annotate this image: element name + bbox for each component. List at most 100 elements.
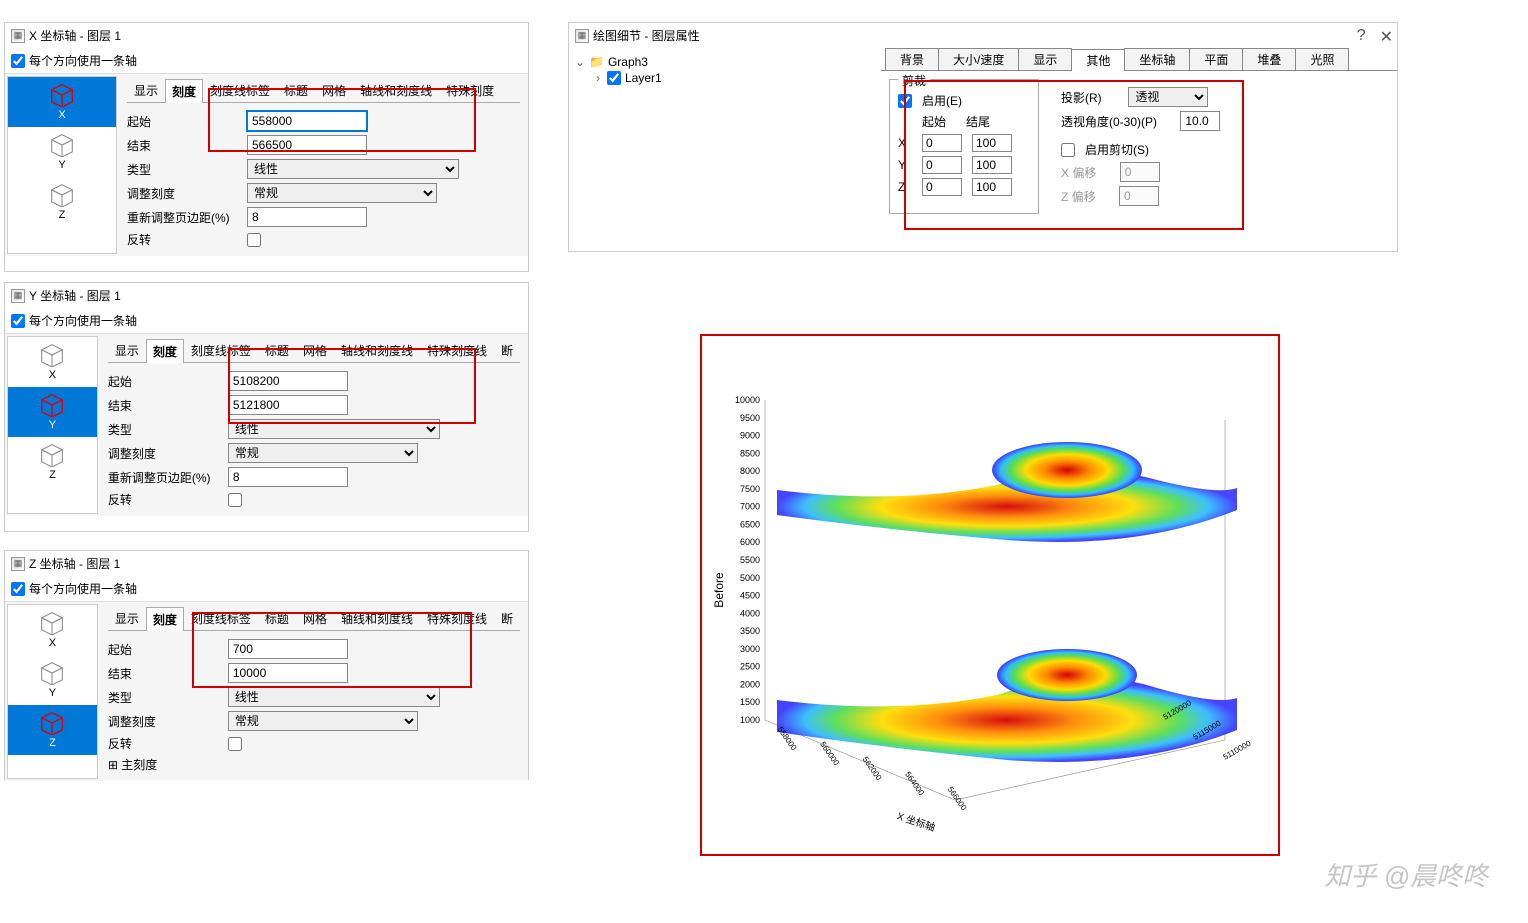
tab-break[interactable]: 断: [494, 338, 520, 362]
type-select[interactable]: 线性: [247, 159, 459, 179]
clip-z-end[interactable]: [972, 178, 1012, 196]
proptab-other[interactable]: 其他: [1071, 49, 1125, 71]
svg-text:5110000: 5110000: [1222, 738, 1253, 761]
tab-display[interactable]: 显示: [127, 78, 165, 102]
clip-enable-checkbox[interactable]: [898, 94, 912, 108]
axis-select-list: X Y Z: [7, 604, 98, 779]
shear-x-offset: [1120, 162, 1160, 182]
svg-text:2500: 2500: [740, 662, 760, 672]
tab-break[interactable]: 断: [494, 606, 520, 630]
svg-text:6500: 6500: [740, 519, 760, 529]
axis-tabs: 显示 刻度 刻度线标签 标题 网格 轴线和刻度线 特殊刻度: [127, 78, 520, 103]
tab-special[interactable]: 特殊刻度线: [420, 606, 494, 630]
tab-title[interactable]: 标题: [258, 606, 296, 630]
tab-grid[interactable]: 网格: [296, 338, 334, 362]
clip-x-end[interactable]: [972, 134, 1012, 152]
use-one-axis-checkbox[interactable]: [11, 54, 25, 68]
start-input[interactable]: [228, 639, 348, 659]
tab-line-ticks[interactable]: 轴线和刻度线: [353, 78, 439, 102]
tab-line-ticks[interactable]: 轴线和刻度线: [334, 338, 420, 362]
axis-item-x[interactable]: X: [8, 605, 97, 655]
start-input[interactable]: [228, 371, 348, 391]
svg-text:7000: 7000: [740, 502, 760, 512]
svg-text:564000: 564000: [903, 770, 926, 797]
tab-scale[interactable]: 刻度: [146, 607, 184, 631]
adjust-select[interactable]: 常规: [228, 711, 418, 731]
tab-display[interactable]: 显示: [108, 338, 146, 362]
tab-title[interactable]: 标题: [277, 78, 315, 102]
close-button[interactable]: ✕: [1380, 27, 1393, 47]
tab-special[interactable]: 特殊刻度线: [420, 338, 494, 362]
shear-enable-checkbox[interactable]: [1061, 143, 1075, 157]
tab-title[interactable]: 标题: [258, 338, 296, 362]
axis-item-x[interactable]: X: [8, 337, 97, 387]
title-text: Y 坐标轴 - 图层 1: [29, 287, 121, 304]
axis-item-y[interactable]: Y: [8, 387, 97, 437]
tab-display[interactable]: 显示: [108, 606, 146, 630]
end-input[interactable]: [228, 395, 348, 415]
clip-y-end[interactable]: [972, 156, 1012, 174]
folder-icon: 📁: [589, 55, 604, 69]
type-select[interactable]: 线性: [228, 687, 440, 707]
start-input[interactable]: [247, 111, 367, 131]
help-button[interactable]: ?: [1357, 27, 1366, 47]
adjust-select[interactable]: 常规: [247, 183, 437, 203]
adjust-select[interactable]: 常规: [228, 443, 418, 463]
clip-title: 剪裁: [898, 72, 930, 89]
tab-scale[interactable]: 刻度: [146, 339, 184, 363]
axis-item-y[interactable]: Y: [8, 127, 116, 177]
tab-line-ticks[interactable]: 轴线和刻度线: [334, 606, 420, 630]
tab-special[interactable]: 特殊刻度: [439, 78, 501, 102]
clip-fieldset: 剪裁 启用(E) 起始结尾 X Y Z: [889, 79, 1039, 214]
tab-scale[interactable]: 刻度: [165, 79, 203, 103]
clip-x-start[interactable]: [922, 134, 962, 152]
reverse-checkbox[interactable]: [247, 233, 261, 247]
tab-grid[interactable]: 网格: [296, 606, 334, 630]
title-text: Z 坐标轴 - 图层 1: [29, 555, 120, 572]
tab-grid[interactable]: 网格: [315, 78, 353, 102]
margin-input[interactable]: [247, 207, 367, 227]
clip-y-start[interactable]: [922, 156, 962, 174]
tree-root[interactable]: ⌄📁Graph3: [575, 54, 875, 70]
persp-angle-input[interactable]: [1180, 111, 1220, 131]
end-label: 结束: [127, 137, 237, 154]
proptab-size[interactable]: 大小/速度: [938, 48, 1019, 70]
tree-child[interactable]: ›Layer1: [575, 70, 875, 86]
proptab-display[interactable]: 显示: [1018, 48, 1072, 70]
svg-text:2000: 2000: [740, 679, 760, 689]
reverse-checkbox[interactable]: [228, 737, 242, 751]
tab-tick-labels[interactable]: 刻度线标签: [184, 606, 258, 630]
axis-item-y[interactable]: Y: [8, 655, 97, 705]
margin-label: 重新调整页边距(%): [127, 209, 237, 226]
proptab-plane[interactable]: 平面: [1189, 48, 1243, 70]
use-one-axis-label: 每个方向使用一条轴: [29, 312, 137, 329]
layer-checkbox[interactable]: [607, 71, 621, 85]
proptab-stack[interactable]: 堆叠: [1242, 48, 1296, 70]
svg-text:3500: 3500: [740, 626, 760, 636]
axis-item-z[interactable]: Z: [8, 437, 97, 487]
svg-text:566000: 566000: [946, 785, 969, 812]
margin-input[interactable]: [228, 467, 348, 487]
proptab-bg[interactable]: 背景: [885, 48, 939, 70]
axis-item-x[interactable]: X: [8, 77, 116, 127]
title-text: 绘图细节 - 图层属性: [593, 27, 700, 44]
x-axis-dialog: ▦ X 坐标轴 - 图层 1 每个方向使用一条轴 X Y Z 显示 刻度 刻度线…: [4, 22, 529, 272]
end-input[interactable]: [247, 135, 367, 155]
type-select[interactable]: 线性: [228, 419, 440, 439]
proptab-axes[interactable]: 坐标轴: [1124, 48, 1190, 70]
proptab-light[interactable]: 光照: [1295, 48, 1349, 70]
svg-text:1000: 1000: [740, 715, 760, 725]
axis-label: X: [58, 109, 65, 121]
tab-tick-labels[interactable]: 刻度线标签: [203, 78, 277, 102]
projection-select[interactable]: 透视: [1128, 87, 1208, 107]
end-input[interactable]: [228, 663, 348, 683]
axis-item-z[interactable]: Z: [8, 705, 97, 755]
axis-item-z[interactable]: Z: [8, 177, 116, 227]
use-one-axis-checkbox[interactable]: [11, 582, 25, 596]
clip-z-start[interactable]: [922, 178, 962, 196]
use-one-axis-checkbox[interactable]: [11, 314, 25, 328]
layer-tree: ⌄📁Graph3 ›Layer1: [575, 54, 875, 246]
app-icon: ▦: [11, 29, 25, 43]
tab-tick-labels[interactable]: 刻度线标签: [184, 338, 258, 362]
reverse-checkbox[interactable]: [228, 493, 242, 507]
